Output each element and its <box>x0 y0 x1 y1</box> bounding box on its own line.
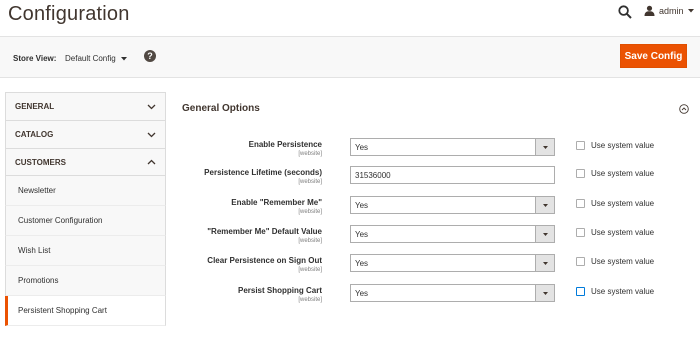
use-system-value[interactable]: Use system value <box>576 141 654 150</box>
section-title[interactable]: General Options <box>182 103 260 114</box>
use-system-checkbox[interactable] <box>576 169 585 178</box>
sidebar-item-promotions[interactable]: Promotions <box>5 266 166 296</box>
use-system-value[interactable]: Use system value <box>576 287 654 296</box>
field-label: Clear Persistence on Sign Out [website] <box>207 254 322 274</box>
tab-label: CATALOG <box>15 130 54 139</box>
tab-catalog[interactable]: CATALOG <box>5 120 166 148</box>
select-arrow-icon <box>535 285 554 301</box>
field-label-text: Enable "Remember Me" <box>231 198 322 207</box>
select-arrow-icon <box>535 255 554 271</box>
config-row-remember-me-default: "Remember Me" Default Value [website] Ye… <box>180 225 690 247</box>
select-arrow-icon <box>535 139 554 155</box>
field-scope: [website] <box>298 238 322 244</box>
chevron-down-icon <box>147 104 156 109</box>
help-icon[interactable]: ? <box>144 50 156 62</box>
use-system-value[interactable]: Use system value <box>576 169 654 178</box>
tab-general[interactable]: GENERAL <box>5 92 166 120</box>
select-arrow-icon <box>535 226 554 242</box>
use-system-value[interactable]: Use system value <box>576 228 654 237</box>
input-value: 31536000 <box>355 170 391 180</box>
use-system-label: Use system value <box>591 228 655 237</box>
select-value: Yes <box>355 142 369 152</box>
caret-down-icon <box>120 56 127 60</box>
use-system-value[interactable]: Use system value <box>576 257 654 266</box>
save-config-button[interactable]: Save Config <box>620 44 687 68</box>
scope-label: Store View: <box>13 54 57 63</box>
sidebar-item-label: Persistent Shopping Cart <box>18 306 107 315</box>
config-row-persistence-lifetime: Persistence Lifetime (seconds) [website]… <box>180 166 690 188</box>
chevron-down-icon <box>147 132 156 137</box>
sidebar-item-wish-list[interactable]: Wish List <box>5 236 166 266</box>
store-view-switcher[interactable]: Default Config <box>65 54 127 63</box>
field-scope: [website] <box>298 209 322 215</box>
search-icon[interactable] <box>618 5 632 19</box>
sidebar-item-label: Customer Configuration <box>18 216 103 225</box>
sidebar-item-newsletter[interactable]: Newsletter <box>5 176 166 206</box>
enable-persistence-select[interactable]: Yes <box>350 138 555 156</box>
field-label-text: "Remember Me" Default Value <box>207 227 322 236</box>
select-arrow-icon <box>535 197 554 213</box>
tab-label: CUSTOMERS <box>15 157 66 167</box>
clear-persistence-select[interactable]: Yes <box>350 254 555 272</box>
persist-shopping-cart-select[interactable]: Yes <box>350 284 555 302</box>
tab-label: GENERAL <box>15 102 55 111</box>
remember-me-default-select[interactable]: Yes <box>350 225 555 243</box>
enable-remember-me-select[interactable]: Yes <box>350 196 555 214</box>
select-value: Yes <box>355 200 369 210</box>
chevron-up-icon <box>147 159 156 165</box>
chevron-down-icon <box>687 8 694 12</box>
config-row-enable-persistence: Enable Persistence [website] Yes Use sys… <box>180 138 690 160</box>
tab-customers[interactable]: CUSTOMERS <box>5 148 166 176</box>
use-system-label: Use system value <box>591 257 655 266</box>
field-label-text: Clear Persistence on Sign Out <box>207 256 322 265</box>
field-label: "Remember Me" Default Value [website] <box>207 225 322 245</box>
use-system-checkbox[interactable] <box>576 141 585 150</box>
field-scope: [website] <box>298 297 322 303</box>
persistence-lifetime-input[interactable]: 31536000 <box>350 166 555 184</box>
config-sidebar: GENERAL CATALOG CUSTOMERS Newsletter Cus… <box>5 92 166 326</box>
select-value: Yes <box>355 288 369 298</box>
field-scope: [website] <box>298 151 322 157</box>
use-system-value[interactable]: Use system value <box>576 199 654 208</box>
field-scope: [website] <box>298 267 322 273</box>
sidebar-item-persistent-shopping-cart[interactable]: Persistent Shopping Cart <box>5 296 166 326</box>
field-label: Enable Persistence [website] <box>249 138 322 158</box>
field-label: Enable "Remember Me" [website] <box>231 196 322 216</box>
config-row-enable-remember-me: Enable "Remember Me" [website] Yes Use s… <box>180 196 690 218</box>
field-label-text: Persist Shopping Cart <box>237 286 322 295</box>
field-label: Persist Shopping Cart [website] <box>238 284 322 304</box>
select-value: Yes <box>355 258 369 268</box>
collapse-icon[interactable] <box>679 104 689 114</box>
use-system-checkbox[interactable] <box>576 287 585 296</box>
use-system-checkbox[interactable] <box>576 199 585 208</box>
use-system-label: Use system value <box>591 199 655 208</box>
user-name: admin <box>659 5 684 16</box>
use-system-checkbox[interactable] <box>576 228 585 237</box>
store-view-value: Default Config <box>65 54 116 63</box>
sidebar-item-label: Wish List <box>18 246 51 255</box>
field-label: Persistence Lifetime (seconds) [website] <box>204 166 322 186</box>
sidebar-item-customer-configuration[interactable]: Customer Configuration <box>5 206 166 236</box>
sidebar-item-label: Promotions <box>18 276 59 285</box>
config-row-persist-shopping-cart: Persist Shopping Cart [website] Yes Use … <box>180 284 690 306</box>
user-icon <box>644 5 655 16</box>
sidebar-item-label: Newsletter <box>18 186 56 195</box>
field-label-text: Persistence Lifetime (seconds) <box>204 168 322 177</box>
use-system-label: Use system value <box>591 141 655 150</box>
use-system-label: Use system value <box>591 287 655 296</box>
use-system-label: Use system value <box>591 169 655 178</box>
field-label-text: Enable Persistence <box>248 140 322 149</box>
page-title: Configuration <box>8 3 130 25</box>
select-value: Yes <box>355 229 369 239</box>
page-actions-toolbar: Store View: Default Config ? <box>0 36 700 78</box>
user-menu[interactable]: admin <box>644 5 694 16</box>
field-scope: [website] <box>298 179 322 185</box>
use-system-checkbox[interactable] <box>576 257 585 266</box>
config-row-clear-persistence: Clear Persistence on Sign Out [website] … <box>180 254 690 276</box>
